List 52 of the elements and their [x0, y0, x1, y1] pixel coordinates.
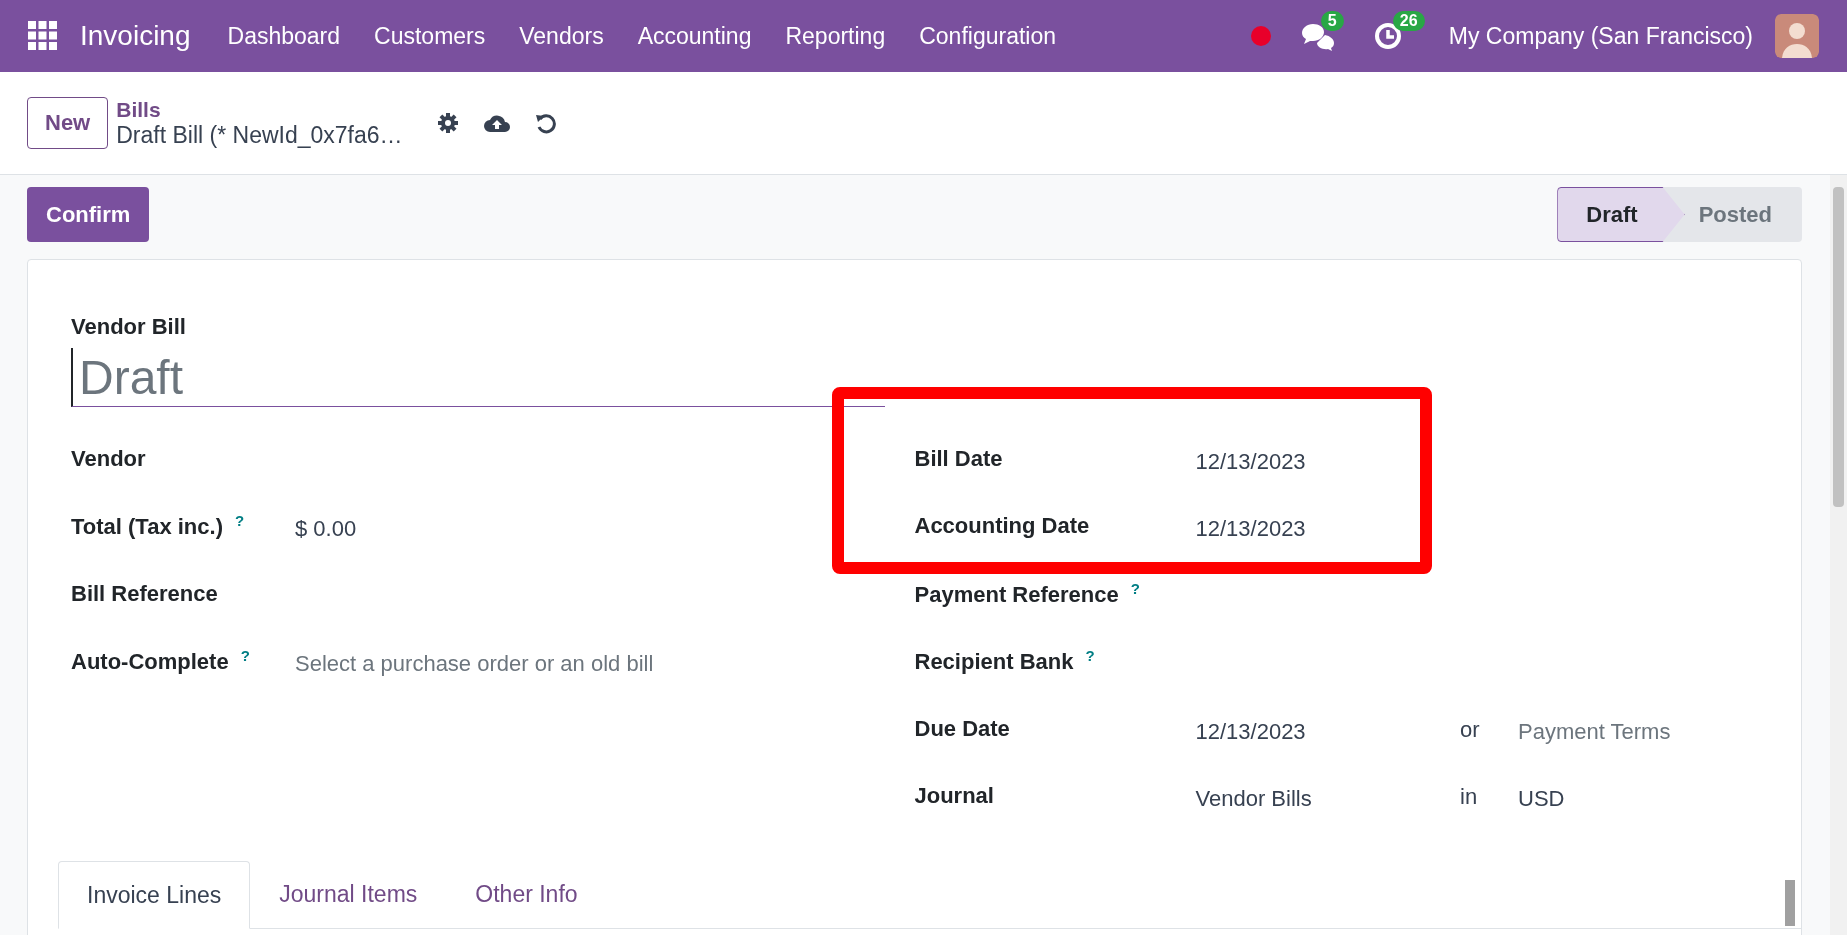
field-label: Vendor	[71, 445, 146, 471]
settings-icon[interactable]	[436, 112, 459, 134]
tab[interactable]: Other Info	[446, 860, 607, 928]
record-title: Draft Bill (* NewId_0x7fa6…	[116, 121, 403, 149]
app-name[interactable]: Invoicing	[80, 20, 191, 52]
field-label: Payment Reference	[914, 581, 1119, 607]
breadcrumb-link[interactable]: Bills	[116, 97, 403, 122]
confirm-button[interactable]: Confirm	[27, 187, 150, 242]
help-icon[interactable]: ?	[240, 647, 250, 665]
menu-item[interactable]: Reporting	[785, 22, 886, 50]
field-value[interactable]: 12/13/2023	[1195, 510, 1448, 543]
count-badge: 26	[1392, 11, 1425, 31]
menu-item[interactable]: Dashboard	[227, 22, 341, 50]
app-grid-icon[interactable]	[28, 21, 58, 51]
field-value[interactable]: USD	[1518, 780, 1758, 813]
scrollbar[interactable]	[1830, 175, 1847, 935]
field-value[interactable]: 12/13/2023	[1195, 442, 1448, 475]
undo-icon[interactable]	[534, 112, 557, 134]
user-avatar[interactable]	[1775, 14, 1819, 58]
status-step[interactable]: Posted	[1662, 187, 1802, 242]
name-input-field[interactable]: Draft	[71, 348, 885, 407]
tab[interactable]: Journal Items	[250, 860, 447, 928]
input-field[interactable]: Select a purchase order or an old bill	[295, 645, 715, 678]
status-step[interactable]: Draft	[1557, 187, 1685, 242]
field-label: Bill Date	[914, 445, 1003, 471]
field-label: Bill Reference	[71, 580, 218, 606]
field-label: Journal	[914, 783, 994, 809]
field-label: Recipient Bank	[914, 649, 1074, 675]
menu-item[interactable]: Customers	[374, 22, 486, 50]
count-badge: 5	[1320, 11, 1344, 31]
connector-text: in	[1460, 783, 1479, 811]
menu-item[interactable]: Vendors	[519, 22, 604, 50]
input-field[interactable]: Payment Terms	[1518, 712, 1758, 745]
help-icon[interactable]: ?	[1085, 647, 1095, 665]
field-value[interactable]: $ 0.00	[295, 510, 357, 543]
document-type-label: Vendor Bill	[71, 314, 187, 340]
field-value[interactable]: 12/13/2023	[1195, 712, 1448, 745]
field-value[interactable]: Vendor Bills	[1195, 780, 1448, 813]
help-icon[interactable]: ?	[235, 512, 245, 530]
status-dot-icon[interactable]	[1250, 26, 1271, 46]
menu-item[interactable]: Configuration	[919, 22, 1056, 50]
new-button[interactable]: New	[27, 97, 109, 149]
scrollbar[interactable]	[1785, 880, 1795, 926]
menu-item[interactable]: Accounting	[637, 22, 752, 50]
field-label: Due Date	[914, 715, 1010, 741]
field-label: Auto-Complete	[71, 649, 229, 675]
field-label: Accounting Date	[914, 513, 1090, 539]
company-switcher[interactable]: My Company (San Francisco)	[1448, 22, 1753, 50]
tab[interactable]: Invoice Lines	[58, 861, 251, 929]
help-icon[interactable]: ?	[1130, 579, 1140, 597]
connector-text: or	[1460, 715, 1481, 743]
field-label: Total (Tax inc.)	[71, 514, 223, 540]
